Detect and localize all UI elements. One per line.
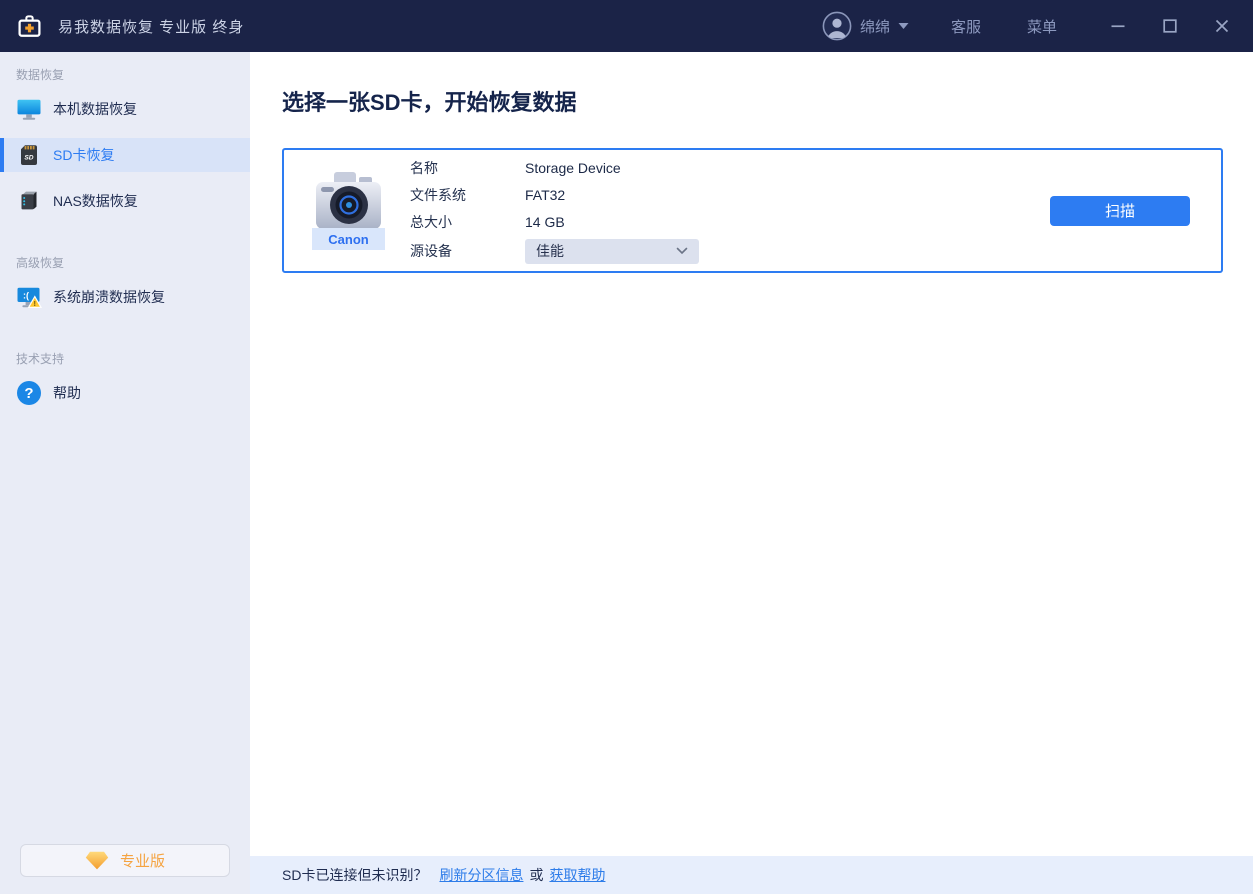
device-fields: 名称 Storage Device 文件系统 FAT32 总大小 14 GB <box>410 158 699 264</box>
field-label: 文件系统 <box>410 185 525 205</box>
sidebar-item-sd-recovery[interactable]: SD SD卡恢复 <box>0 138 250 172</box>
field-label: 总大小 <box>410 212 525 232</box>
field-filesystem: 文件系统 FAT32 <box>410 185 699 206</box>
main-content: 选择一张SD卡，开始恢复数据 <box>250 52 1253 856</box>
refresh-partition-link[interactable]: 刷新分区信息 <box>439 865 523 885</box>
gem-icon <box>85 851 109 870</box>
app-window: 易我数据恢复 专业版 终身 绵绵 <box>0 0 1253 894</box>
field-name: 名称 Storage Device <box>410 158 699 179</box>
sidebar-item-label: 本机数据恢复 <box>53 99 137 119</box>
sidebar-section-data-recovery: 数据恢复 <box>0 66 250 84</box>
question-circle-icon: ? <box>16 380 42 406</box>
get-help-link[interactable]: 获取帮助 <box>549 865 605 885</box>
close-button[interactable] <box>1207 11 1237 41</box>
source-device-value: 佳能 <box>536 241 564 261</box>
device-visual: Canon <box>312 171 385 250</box>
statusbar: SD卡已连接但未识别？ 刷新分区信息 或 获取帮助 <box>250 856 1253 894</box>
sidebar-item-help[interactable]: ? 帮助 <box>0 376 250 410</box>
sidebar-item-local-recovery[interactable]: 本机数据恢复 <box>0 92 250 126</box>
titlebar: 易我数据恢复 专业版 终身 绵绵 <box>0 0 1253 52</box>
sidebar-item-label: 系统崩溃数据恢复 <box>53 287 165 307</box>
sidebar-spacer <box>0 422 250 844</box>
svg-text:!: ! <box>34 299 37 308</box>
app-title: 易我数据恢复 专业版 终身 <box>58 16 244 37</box>
device-brand-label: Canon <box>312 228 385 250</box>
svg-text:SD: SD <box>24 154 33 161</box>
sidebar-item-label: 帮助 <box>53 383 81 403</box>
nas-icon <box>16 188 42 214</box>
sd-card-icon: SD <box>16 142 42 168</box>
sidebar-section-support: 技术支持 <box>0 350 250 368</box>
field-source-device: 源设备 佳能 <box>410 239 699 264</box>
sidebar-item-label: SD卡恢复 <box>53 145 114 165</box>
status-question: SD卡已连接但未识别？ <box>282 865 427 885</box>
titlebar-right: 绵绵 客服 菜单 <box>822 11 1243 41</box>
app-logo-icon <box>14 11 44 41</box>
page-title: 选择一张SD卡，开始恢复数据 <box>282 85 1223 117</box>
app-body: 数据恢复 本机数据恢复 <box>0 52 1253 894</box>
sidebar-item-label: NAS数据恢复 <box>53 191 138 211</box>
status-conjunction: 或 <box>529 865 543 885</box>
sidebar-section-advanced: 高级恢复 <box>0 254 250 272</box>
field-value: 14 GB <box>525 214 565 230</box>
sidebar-item-crash-recovery[interactable]: :( ! 系统崩溃数据恢复 <box>0 280 250 314</box>
main-area: 选择一张SD卡，开始恢复数据 <box>250 52 1253 894</box>
source-device-select[interactable]: 佳能 <box>525 239 699 264</box>
svg-text::(: :( <box>23 291 29 301</box>
support-button[interactable]: 客服 <box>951 16 981 37</box>
monitor-icon <box>16 96 42 122</box>
field-label: 名称 <box>410 158 525 178</box>
avatar <box>822 11 852 41</box>
maximize-button[interactable] <box>1155 11 1185 41</box>
field-value: FAT32 <box>525 187 565 203</box>
field-label: 源设备 <box>410 241 525 261</box>
camera-icon <box>312 171 385 231</box>
scan-button[interactable]: 扫描 <box>1050 196 1190 226</box>
field-value: Storage Device <box>525 160 621 176</box>
caret-down-icon <box>898 22 909 30</box>
field-total-size: 总大小 14 GB <box>410 212 699 233</box>
username: 绵绵 <box>860 16 890 37</box>
menu-button[interactable]: 菜单 <box>1027 16 1057 37</box>
sd-device-card[interactable]: Canon 名称 Storage Device 文件系统 FAT32 总大小 <box>282 148 1223 273</box>
chevron-down-icon <box>676 247 688 255</box>
crashed-monitor-warning-icon: :( ! <box>16 284 42 310</box>
pro-version-button[interactable]: 专业版 <box>20 844 230 877</box>
sidebar-item-nas-recovery[interactable]: NAS数据恢复 <box>0 184 250 218</box>
sidebar: 数据恢复 本机数据恢复 <box>0 52 250 894</box>
account-menu[interactable]: 绵绵 <box>822 11 909 41</box>
minimize-button[interactable] <box>1103 11 1133 41</box>
pro-version-label: 专业版 <box>120 850 165 871</box>
